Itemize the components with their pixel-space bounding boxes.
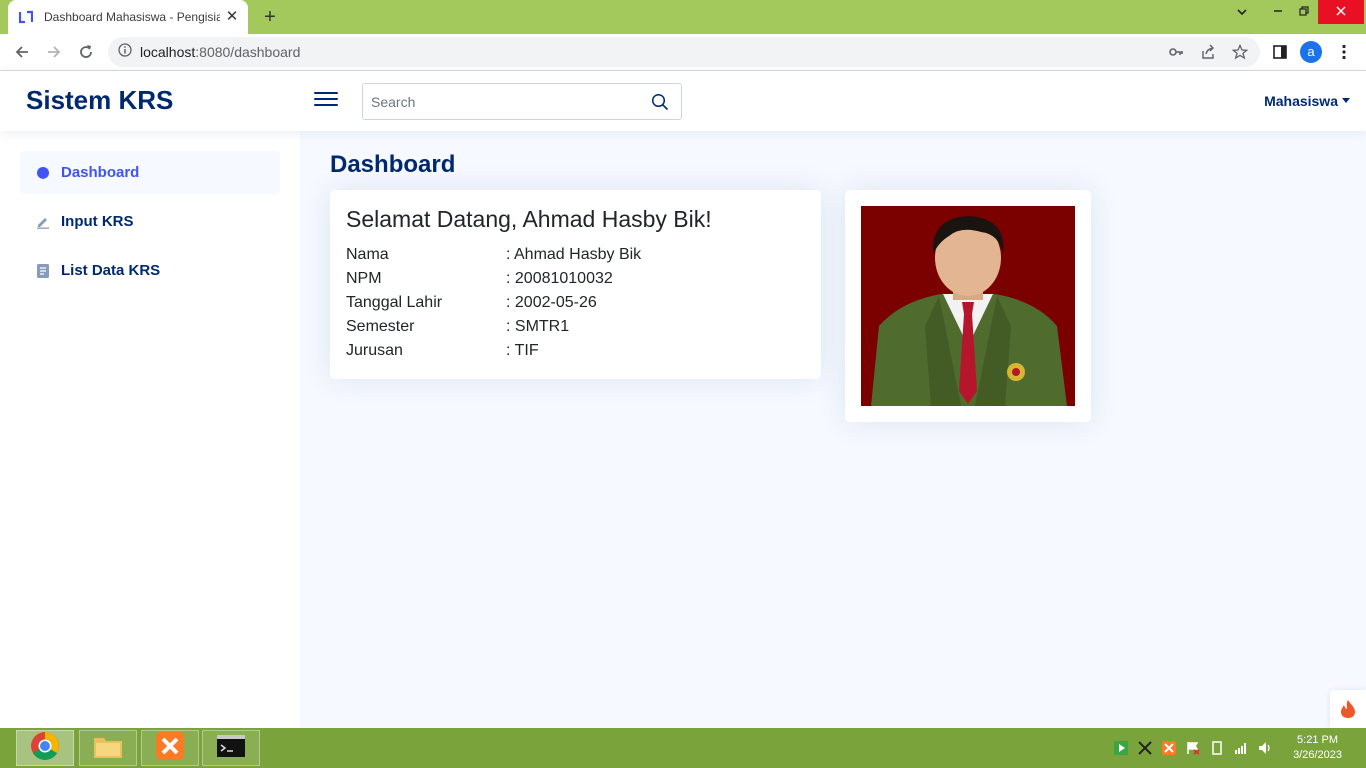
taskbar-chrome-button[interactable] [16, 730, 74, 766]
app-header: Sistem KRS Mahasiswa [0, 71, 1366, 131]
forward-arrow-icon[interactable] [42, 40, 66, 64]
sidebar-item-input-krs[interactable]: Input KRS [20, 200, 280, 243]
sidebar-item-label: List Data KRS [61, 262, 161, 279]
url-text: localhost:8080/dashboard [140, 44, 300, 60]
field-label: Semester [346, 318, 415, 335]
site-info-icon[interactable] [118, 42, 132, 62]
field-value: : SMTR1 [506, 318, 570, 335]
field-value: : 20081010032 [506, 270, 613, 287]
chrome-icon [30, 731, 60, 766]
address-bar[interactable]: localhost:8080/dashboard [108, 37, 1260, 67]
dashboard-icon [36, 166, 50, 180]
sidebar-item-list-data-krs[interactable]: List Data KRS [20, 249, 280, 292]
browser-tab[interactable]: Dashboard Mahasiswa - Pengisian KRS ✕ [8, 0, 248, 34]
url-path: :8080/dashboard [195, 44, 301, 60]
device-tray-icon[interactable] [1210, 741, 1224, 755]
tools-tray-icon[interactable] [1138, 741, 1152, 755]
back-arrow-icon[interactable] [10, 40, 34, 64]
field-label: Jurusan [346, 342, 403, 359]
site-favicon-icon [18, 9, 34, 25]
welcome-message: Selamat Datang, Ahmad Hasby Bik! [346, 206, 712, 232]
page-title: Dashboard [330, 151, 456, 178]
flame-icon[interactable] [1330, 690, 1366, 728]
sidebar-item-label: Input KRS [61, 213, 134, 230]
info-row: Tanggal Lahir : 2002-05-26 [346, 291, 805, 315]
field-label: NPM [346, 270, 382, 287]
info-row: Semester : SMTR1 [346, 315, 805, 339]
caret-down-icon [1342, 97, 1350, 103]
search-icon[interactable] [651, 93, 669, 111]
profile-photo-card [845, 190, 1091, 422]
taskbar-xampp-button[interactable] [141, 730, 199, 766]
brand-logo-text[interactable]: Sistem KRS [26, 85, 173, 116]
field-value: : Ahmad Hasby Bik [506, 246, 642, 263]
system-clock[interactable]: 5:21 PM 3/26/2023 [1293, 733, 1342, 763]
sidebar: Dashboard Input KRS List Data KRS [0, 131, 300, 728]
taskbar-explorer-button[interactable] [79, 730, 137, 766]
key-icon[interactable] [1164, 40, 1188, 64]
field-value: : 2002-05-26 [506, 294, 597, 311]
field-value: : TIF [506, 342, 539, 359]
new-tab-button[interactable]: + [258, 5, 282, 29]
user-menu-dropdown[interactable]: Mahasiswa [1264, 93, 1350, 109]
profile-photo [861, 206, 1075, 406]
search-input[interactable] [363, 93, 633, 110]
browser-tab-bar: Dashboard Mahasiswa - Pengisian KRS ✕ + [0, 0, 1366, 34]
student-info-card: Selamat Datang, Ahmad Hasby Bik! Nama : … [330, 190, 821, 379]
main-content: Dashboard Selamat Datang, Ahmad Hasby Bi… [300, 131, 1366, 728]
field-label: Nama [346, 246, 389, 263]
sidebar-item-label: Dashboard [61, 164, 140, 181]
reload-icon[interactable] [74, 40, 98, 64]
pencil-icon [36, 215, 50, 229]
user-menu-label: Mahasiswa [1264, 93, 1338, 109]
bookmark-star-icon[interactable] [1228, 40, 1252, 64]
tab-search-icon[interactable] [1228, 0, 1256, 24]
menu-kebab-icon[interactable] [1332, 40, 1356, 64]
search-form [362, 83, 682, 120]
command-prompt-icon [217, 734, 245, 762]
sidebar-item-dashboard[interactable]: Dashboard [20, 151, 280, 194]
close-window-icon[interactable] [1318, 0, 1364, 24]
volume-icon[interactable] [1258, 741, 1272, 755]
media-tray-icon[interactable] [1114, 741, 1128, 755]
document-icon [36, 263, 50, 278]
xampp-icon [156, 731, 184, 765]
taskbar-terminal-button[interactable] [202, 730, 260, 766]
info-row: Jurusan : TIF [346, 339, 805, 363]
close-tab-icon[interactable]: ✕ [224, 9, 240, 25]
hamburger-menu-icon[interactable] [314, 88, 338, 112]
clock-date: 3/26/2023 [1293, 749, 1342, 761]
profile-avatar[interactable]: a [1300, 41, 1322, 63]
os-taskbar: 5:21 PM 3/26/2023 [0, 728, 1366, 768]
info-row: NPM : 20081010032 [346, 267, 805, 291]
tab-title: Dashboard Mahasiswa - Pengisian KRS [44, 10, 220, 24]
share-icon[interactable] [1196, 40, 1220, 64]
side-panel-icon[interactable] [1268, 40, 1292, 64]
folder-icon [93, 733, 123, 764]
xampp-tray-icon[interactable] [1162, 741, 1176, 755]
url-host: localhost [140, 44, 196, 60]
info-row: Nama : Ahmad Hasby Bik [346, 243, 805, 267]
restore-icon[interactable] [1290, 0, 1318, 24]
browser-toolbar: localhost:8080/dashboard a [0, 34, 1366, 71]
field-label: Tanggal Lahir [346, 294, 443, 311]
clock-time: 5:21 PM [1297, 734, 1339, 746]
minimize-icon[interactable] [1264, 0, 1292, 24]
action-center-icon[interactable] [1186, 741, 1200, 755]
network-icon[interactable] [1234, 741, 1248, 755]
